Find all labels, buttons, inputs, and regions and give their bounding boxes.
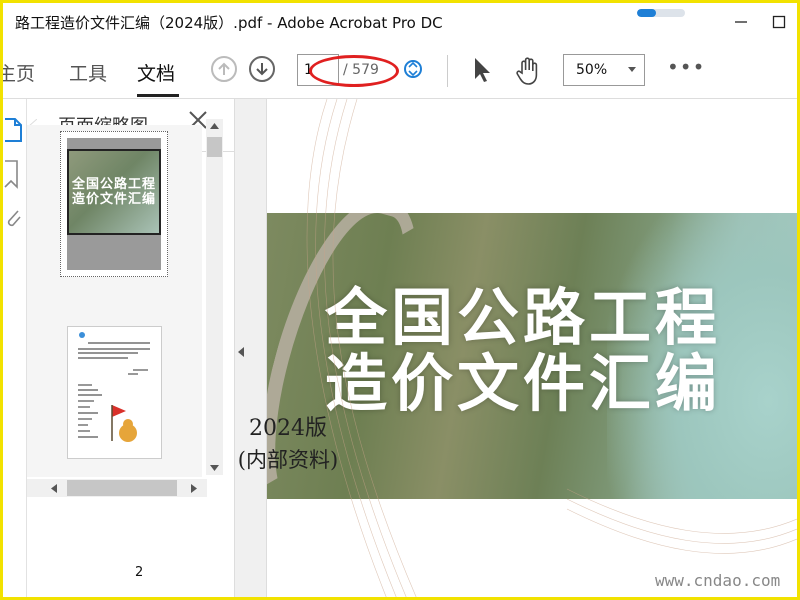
thumbnail-title-line: 造价文件汇编	[71, 192, 156, 207]
app-window: 路工程造价文件汇编（2024版）.pdf - Adobe Acrobat Pro…	[0, 0, 800, 600]
navigation-rail	[3, 99, 27, 597]
tab-tools[interactable]: 工具	[69, 59, 107, 86]
hand-tool-icon[interactable]	[513, 55, 545, 87]
window-title: 路工程造价文件汇编（2024版）.pdf - Adobe Acrobat Pro…	[15, 14, 443, 32]
attachment-icon[interactable]	[3, 203, 23, 231]
site-watermark: www.cndao.com	[655, 571, 781, 590]
bookmark-icon[interactable]	[3, 159, 23, 189]
thumbnail-horizontal-scrollbar[interactable]	[27, 479, 207, 497]
thumbnail-title-line: 全国公路工程	[71, 177, 156, 192]
thumbnail-page-1[interactable]: 全国公路工程 造价文件汇编	[60, 131, 168, 277]
more-options-button[interactable]: •••	[667, 55, 705, 79]
scrollbar-thumb[interactable]	[67, 480, 177, 496]
zoom-select[interactable]: 50%	[563, 54, 645, 86]
scroll-left-icon[interactable]	[51, 484, 57, 493]
tab-home[interactable]: 主页	[3, 59, 35, 86]
minimize-icon	[735, 21, 747, 23]
collapse-panel-icon[interactable]	[238, 347, 244, 357]
maximize-button[interactable]	[765, 9, 793, 35]
cover-year: 2024版	[249, 416, 327, 441]
select-pointer-icon[interactable]	[471, 55, 493, 85]
arrow-down-icon	[256, 63, 268, 76]
cover-title-line-1: 全国公路工程	[325, 281, 722, 354]
page-thumbnails-icon[interactable]	[3, 115, 23, 143]
title-bar: 路工程造价文件汇编（2024版）.pdf - Adobe Acrobat Pro…	[3, 3, 797, 41]
maximize-icon	[772, 15, 786, 29]
arrow-up-icon	[218, 62, 230, 75]
tab-document[interactable]: 文档	[137, 59, 175, 86]
scrollbar-thumb[interactable]	[207, 137, 222, 157]
main-toolbar: 主页 工具 文档 1 / 579 50% •••	[3, 41, 797, 99]
scroll-up-icon[interactable]	[210, 123, 219, 129]
next-page-button[interactable]	[249, 56, 275, 82]
toolbar-divider	[447, 55, 448, 87]
page-fit-icon[interactable]	[402, 58, 424, 80]
minimize-button[interactable]	[727, 9, 755, 35]
loading-progress	[637, 9, 685, 17]
active-tab-indicator	[137, 94, 179, 97]
thumbnail-page-1-cover: 全国公路工程 造价文件汇编	[67, 138, 161, 270]
cover-title: 全国公路工程 造价文件汇编	[325, 285, 795, 417]
thumbnail-viewport-box: 全国公路工程 造价文件汇编	[67, 149, 161, 235]
cover-subtitle: (内部资料)	[237, 448, 339, 472]
document-view[interactable]: 全国公路工程 造价文件汇编	[267, 99, 797, 597]
annotation-ellipse	[309, 55, 399, 87]
scroll-right-icon[interactable]	[191, 484, 197, 493]
cover-title-line-2: 造价文件汇编	[325, 347, 722, 420]
chevron-down-icon	[628, 67, 636, 72]
thumbnail-label: 2	[135, 565, 144, 580]
loading-progress-fill	[637, 9, 657, 17]
zoom-value: 50%	[576, 62, 608, 78]
previous-page-button[interactable]	[211, 56, 237, 82]
